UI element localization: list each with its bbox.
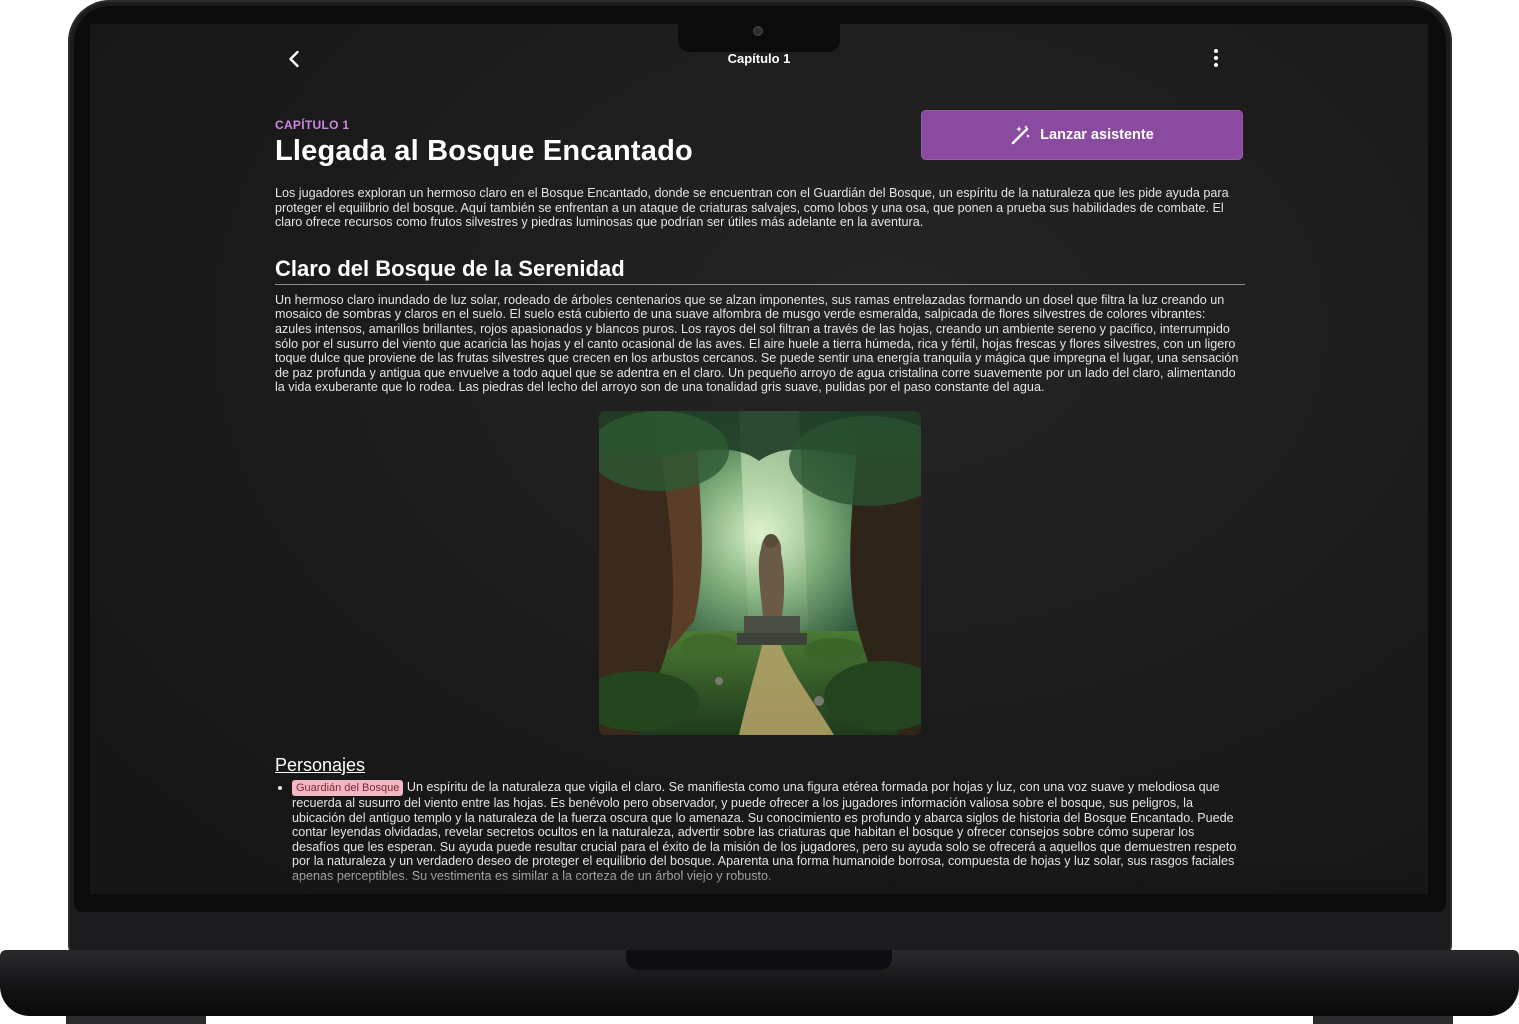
chapter-content: CAPÍTULO 1 Llegada al Bosque Encantado L… bbox=[275, 110, 1245, 884]
forest-statue-image bbox=[599, 410, 921, 735]
camera-notch bbox=[678, 18, 840, 52]
launch-assistant-button[interactable]: Lanzar asistente bbox=[921, 110, 1243, 160]
camera-icon bbox=[753, 26, 763, 36]
scene-description: Un hermoso claro inundado de luz solar, … bbox=[275, 292, 1239, 395]
laptop-foot-left bbox=[66, 1016, 206, 1024]
character-tag[interactable]: Guardián del Bosque bbox=[292, 779, 404, 796]
scene-title: Claro del Bosque de la Serenidad bbox=[275, 256, 1245, 285]
more-options-button[interactable] bbox=[1204, 46, 1228, 70]
characters-heading: Personajes bbox=[275, 754, 366, 775]
magic-wand-icon bbox=[1011, 125, 1031, 145]
laptop-hinge-groove bbox=[626, 950, 892, 970]
app-screen: Capítulo 1 CAPÍTULO 1 Llegada al Bosque … bbox=[90, 24, 1428, 894]
scroll-fade bbox=[90, 864, 1428, 894]
more-vert-icon bbox=[1214, 49, 1218, 67]
launch-assistant-label: Lanzar asistente bbox=[1040, 127, 1154, 143]
scene-illustration bbox=[599, 410, 921, 735]
laptop-foot-right bbox=[1313, 1016, 1453, 1024]
chapter-summary: Los jugadores exploran un hermoso claro … bbox=[275, 186, 1229, 230]
